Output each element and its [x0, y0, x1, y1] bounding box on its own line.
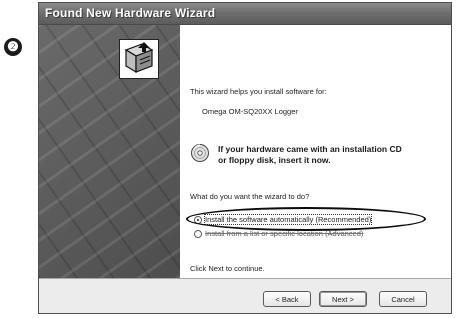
option-label[interactable]: Install the software automatically (Reco… — [203, 214, 373, 225]
option-install-from-list[interactable]: Install from a list or specific location… — [194, 228, 363, 239]
device-name: Omega OM-SQ20XX Logger — [202, 107, 298, 116]
hardware-installer-icon — [119, 39, 159, 79]
wizard-banner — [39, 25, 180, 278]
cd-icon — [191, 144, 209, 162]
intro-text: This wizard helps you install software f… — [190, 87, 327, 96]
option-install-automatically[interactable]: Install the software automatically (Reco… — [194, 214, 373, 225]
continue-text: Click Next to continue. — [190, 264, 265, 273]
next-button[interactable]: Next > — [319, 291, 367, 307]
radio-button-selected[interactable] — [194, 215, 202, 224]
wizard-window: Found New Hardware Wizard This wizard he… — [38, 2, 452, 314]
title-bar[interactable]: Found New Hardware Wizard — [39, 3, 451, 25]
back-button[interactable]: < Back — [263, 291, 311, 307]
step-number-badge: ❷ — [4, 38, 22, 56]
cd-prompt-line2: or floppy disk, insert it now. — [218, 155, 331, 165]
cd-prompt-line1: If your hardware came with an installati… — [218, 144, 402, 154]
cancel-button[interactable]: Cancel — [379, 291, 427, 307]
option-label[interactable]: Install from a list or specific location… — [205, 229, 363, 238]
wizard-content: This wizard helps you install software f… — [180, 25, 451, 278]
question-text: What do you want the wizard to do? — [190, 192, 310, 201]
window-title: Found New Hardware Wizard — [45, 6, 216, 20]
button-bar: < Back Next > Cancel — [39, 278, 451, 313]
radio-button[interactable] — [194, 229, 202, 238]
